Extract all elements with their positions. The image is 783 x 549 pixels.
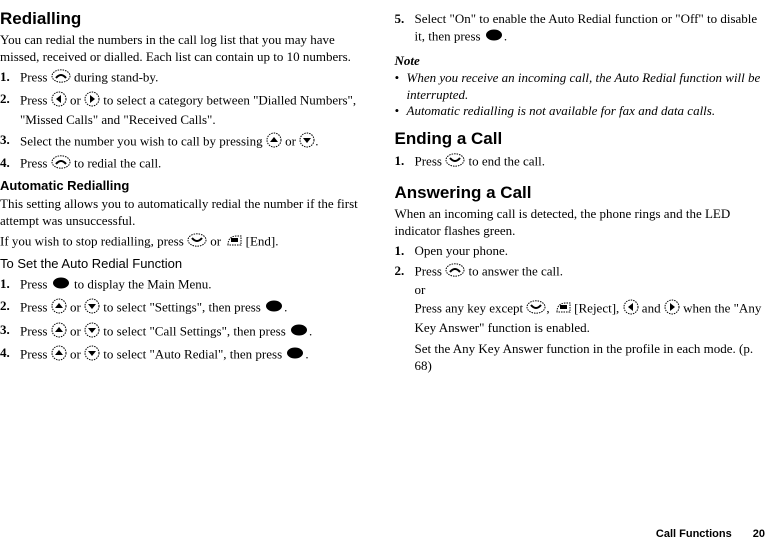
redial-intro: You can redial the numbers in the call l…	[0, 32, 375, 66]
step-number: 1.	[0, 69, 20, 88]
right-key-icon	[664, 299, 680, 320]
call-key-icon	[445, 263, 465, 282]
text-fragment: and	[639, 300, 664, 315]
step-body: Press during stand-by.	[20, 69, 375, 88]
step-body: Press to redial the call.	[20, 155, 375, 174]
end-call-steps: 1. Press to end the call.	[395, 153, 770, 172]
text-fragment: Press any key except	[415, 300, 527, 315]
text-fragment: If you wish to stop redialling, press	[0, 233, 187, 248]
step-body: Select "On" to enable the Auto Redial fu…	[415, 11, 770, 47]
footer-section: Call Functions	[656, 528, 732, 540]
softkey-icon	[224, 233, 242, 252]
note-text: When you receive an incoming call, the A…	[407, 70, 770, 104]
center-key-icon	[289, 323, 309, 342]
center-key-icon	[264, 299, 284, 318]
step-body: Open your phone.	[415, 243, 770, 260]
step-body: Press or to select a category between "D…	[20, 91, 375, 129]
down-key-icon	[84, 298, 100, 319]
step-number: 3.	[0, 322, 20, 343]
end-key-icon	[187, 233, 207, 252]
step-body: Press to answer the call. or Press any k…	[415, 263, 770, 374]
up-key-icon	[266, 132, 282, 153]
auto-redial-desc: This setting allows you to automatically…	[0, 196, 375, 230]
step-body: Press to end the call.	[415, 153, 770, 172]
step-number: 1.	[0, 276, 20, 295]
answer-steps: 1. Open your phone. 2. Press to answer t…	[395, 243, 770, 374]
page-footer: Call Functions 20	[656, 527, 765, 541]
step-number: 2.	[395, 263, 415, 374]
call-key-icon	[51, 69, 71, 88]
note-list: •When you receive an incoming call, the …	[395, 70, 770, 121]
center-key-icon	[51, 276, 71, 295]
center-key-icon	[285, 346, 305, 365]
or-text: or	[415, 282, 426, 297]
up-key-icon	[51, 298, 67, 319]
note-item: •Automatic redialling is not available f…	[395, 103, 770, 120]
redial-steps: 1. Press during stand-by. 2. Press or to…	[0, 69, 375, 174]
auto-redial-stop: If you wish to stop redialling, press or…	[0, 233, 375, 252]
note-item: •When you receive an incoming call, the …	[395, 70, 770, 104]
step-body: Press or to select "Settings", then pres…	[20, 298, 375, 319]
end-key-icon	[526, 300, 546, 319]
text-fragment: [End].	[242, 233, 278, 248]
step-number: 4.	[0, 155, 20, 174]
step-number: 1.	[395, 243, 415, 260]
set-auto-steps: 1. Press to display the Main Menu. 2. Pr…	[0, 276, 375, 367]
footer-page-number: 20	[753, 528, 765, 540]
heading-redialling: Redialling	[0, 8, 375, 30]
step-number: 3.	[0, 132, 20, 153]
call-key-icon	[51, 155, 71, 174]
step-number: 5.	[395, 11, 415, 47]
step-number: 1.	[395, 153, 415, 172]
left-key-icon	[623, 299, 639, 320]
down-key-icon	[84, 345, 100, 366]
answer-intro: When an incoming call is detected, the p…	[395, 206, 770, 240]
step-body: Select the number you wish to call by pr…	[20, 132, 375, 153]
step-body: Press or to select "Call Settings", then…	[20, 322, 375, 343]
manual-page: Redialling You can redial the numbers in…	[0, 0, 783, 377]
answer-note: Set the Any Key Answer function in the p…	[415, 341, 770, 375]
left-column: Redialling You can redial the numbers in…	[0, 8, 375, 377]
right-key-icon	[84, 91, 100, 112]
right-column: 5. Select "On" to enable the Auto Redial…	[395, 8, 770, 377]
step-number: 4.	[0, 345, 20, 366]
up-key-icon	[51, 345, 67, 366]
heading-set-auto-redial: To Set the Auto Redial Function	[0, 256, 375, 273]
note-text: Automatic redialling is not available fo…	[407, 103, 716, 120]
heading-auto-redial: Automatic Redialling	[0, 178, 375, 195]
end-key-icon	[445, 153, 465, 172]
left-key-icon	[51, 91, 67, 112]
step-body: Press or to select "Auto Redial", then p…	[20, 345, 375, 366]
down-key-icon	[84, 322, 100, 343]
down-key-icon	[299, 132, 315, 153]
up-key-icon	[51, 322, 67, 343]
text-fragment: or	[207, 233, 224, 248]
step-body: Press to display the Main Menu.	[20, 276, 375, 295]
step-number: 2.	[0, 91, 20, 129]
center-key-icon	[484, 28, 504, 47]
heading-answering-call: Answering a Call	[395, 182, 770, 204]
softkey-icon	[553, 300, 571, 319]
note-heading: Note	[395, 53, 770, 70]
set-auto-steps-cont: 5. Select "On" to enable the Auto Redial…	[395, 11, 770, 47]
text-fragment: [Reject],	[571, 300, 623, 315]
heading-ending-call: Ending a Call	[395, 128, 770, 150]
step-number: 2.	[0, 298, 20, 319]
